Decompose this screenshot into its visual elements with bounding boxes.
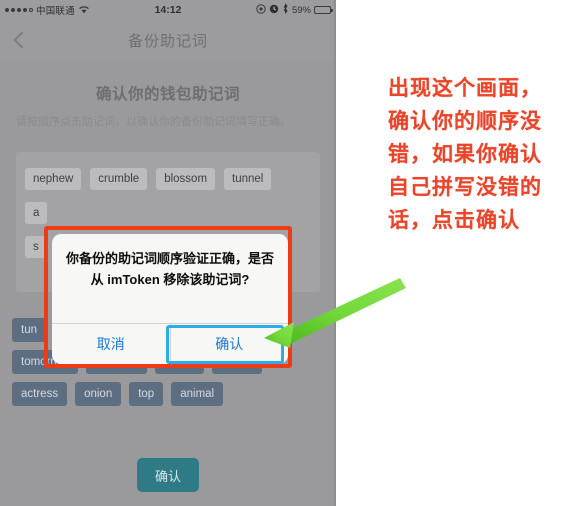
selected-word-chip[interactable]: crumble bbox=[90, 168, 148, 190]
battery-percent-label: 59% bbox=[291, 4, 311, 16]
pool-word-chip[interactable]: tun bbox=[12, 318, 46, 342]
selected-word-chip[interactable]: nephew bbox=[25, 168, 82, 190]
dialog-button-row: 取消 确认 bbox=[52, 323, 288, 364]
selected-word-chip[interactable]: a bbox=[25, 202, 48, 224]
screenshot-edge-divider bbox=[334, 0, 336, 506]
content-subtitle: 请按顺序点击助记词，以确认你的备份助记词填写正确。 bbox=[16, 116, 291, 128]
page-title: 备份助记词 bbox=[127, 33, 208, 50]
screenshot-root: 中国联通 14:12 59% 备份助记词 确认你的钱包助记词 请按顺序点击助记词… bbox=[0, 0, 570, 506]
pool-word-chip[interactable]: animal bbox=[171, 382, 224, 406]
battery-icon bbox=[314, 6, 333, 14]
status-bar: 中国联通 14:12 59% bbox=[0, 0, 336, 20]
page-confirm-button[interactable]: 确认 bbox=[137, 458, 199, 492]
dialog-message: 你备份的助记词顺序验证正确，是否从 imToken 移除该助记词? bbox=[65, 251, 274, 287]
selected-words-row: a bbox=[16, 196, 320, 230]
selected-word-chip[interactable]: blossom bbox=[156, 168, 216, 190]
dialog-confirm-button[interactable]: 确认 bbox=[171, 324, 289, 364]
status-bar-right: 59% bbox=[256, 3, 333, 17]
rotation-lock-icon bbox=[256, 3, 266, 17]
pool-word-chip[interactable]: actress bbox=[12, 382, 68, 406]
annotation-text: 出现这个画面，确认你的顺序没错，如果你确认自己拼写没错的话，点击确认 bbox=[388, 77, 542, 232]
alarm-clock-icon bbox=[269, 4, 279, 17]
dialog-red-highlight-box: 你备份的助记词顺序验证正确，是否从 imToken 移除该助记词? 取消 确认 bbox=[44, 226, 292, 368]
selected-words-row: nephew crumble blossom tunnel bbox=[16, 152, 320, 196]
word-pool-row: actress onion top animal bbox=[12, 382, 332, 406]
confirm-dialog: 你备份的助记词顺序验证正确，是否从 imToken 移除该助记词? 取消 确认 bbox=[52, 234, 288, 364]
bluetooth-icon bbox=[282, 3, 289, 17]
phone-screenshot-panel: 中国联通 14:12 59% 备份助记词 确认你的钱包助记词 请按顺序点击助记词… bbox=[0, 0, 336, 506]
pool-word-chip[interactable]: top bbox=[129, 382, 164, 406]
nav-bar: 备份助记词 bbox=[0, 20, 336, 60]
content-heading: 确认你的钱包助记词 bbox=[95, 86, 240, 103]
selected-word-chip[interactable]: tunnel bbox=[224, 168, 272, 190]
dialog-cancel-button[interactable]: 取消 bbox=[52, 324, 171, 364]
pool-word-chip[interactable]: onion bbox=[75, 382, 122, 406]
